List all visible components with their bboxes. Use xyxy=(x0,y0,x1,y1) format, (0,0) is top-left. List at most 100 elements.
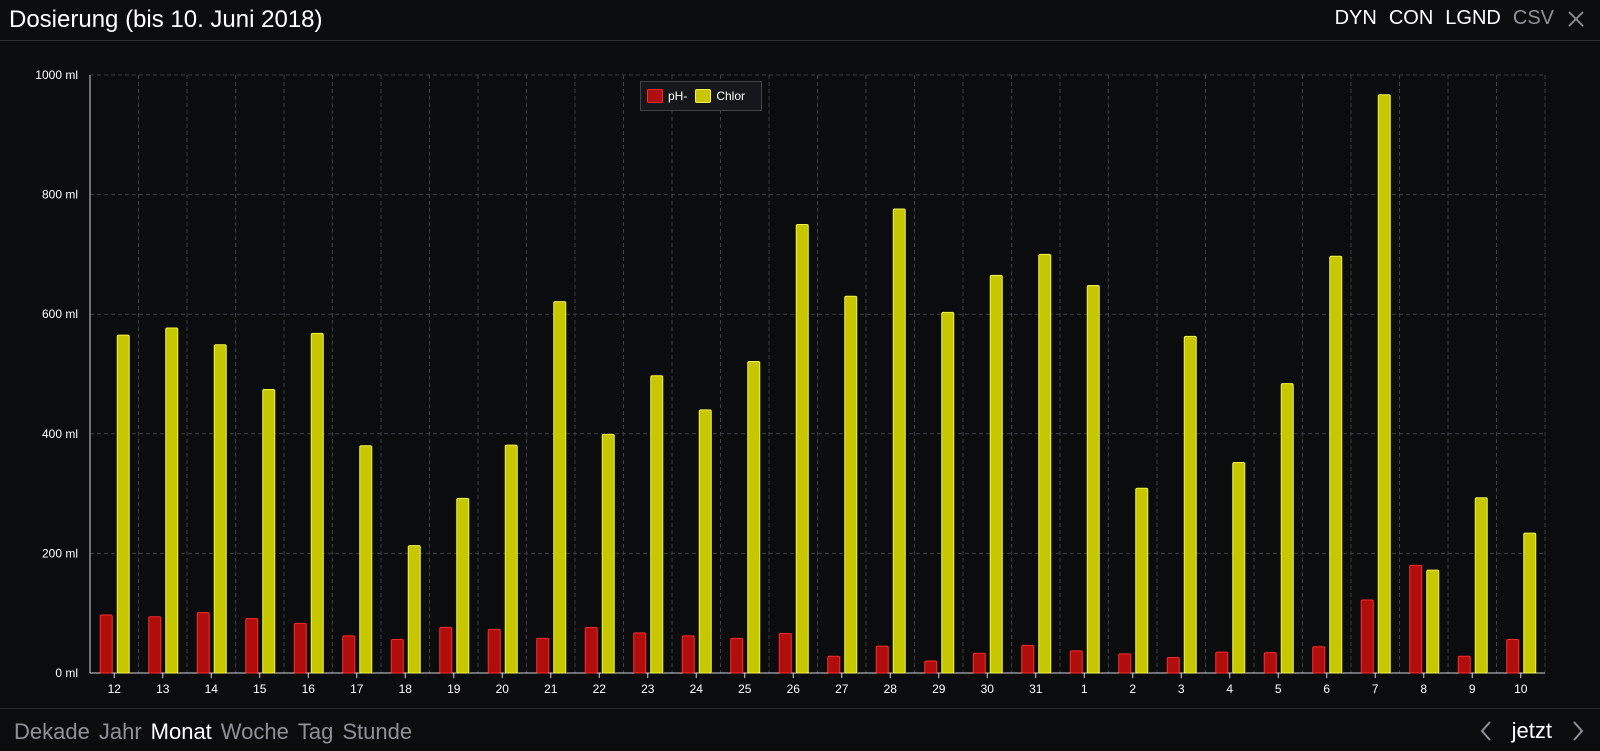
bar-ph xyxy=(1457,655,1471,674)
close-icon[interactable] xyxy=(1566,9,1586,29)
bar-chlor xyxy=(407,545,421,674)
x-tick-label: 22 xyxy=(593,682,607,696)
bar-chlor xyxy=(1523,532,1537,674)
range-stunde[interactable]: Stunde xyxy=(342,719,412,745)
bar-chlor xyxy=(1135,487,1149,674)
range-jahr[interactable]: Jahr xyxy=(99,719,142,745)
bar-chlor xyxy=(1086,284,1100,674)
bar-ph xyxy=(778,633,792,674)
bar-chlor xyxy=(456,497,470,674)
x-tick-label: 12 xyxy=(108,682,122,696)
x-tick-label: 20 xyxy=(496,682,510,696)
bar-chlor xyxy=(698,409,712,674)
range-dekade[interactable]: Dekade xyxy=(14,719,90,745)
range-selector: Dekade Jahr Monat Woche Tag Stunde xyxy=(14,719,412,745)
bar-ph xyxy=(245,618,259,674)
bar-chlor xyxy=(1377,94,1391,674)
bar-chlor xyxy=(553,301,567,674)
bar-ph xyxy=(875,645,889,674)
chart-legend: pH- Chlor xyxy=(640,81,762,111)
bar-ph xyxy=(633,632,647,674)
x-tick-label: 4 xyxy=(1226,682,1233,696)
legend-swatch-ph xyxy=(647,89,663,103)
x-tick-label: 17 xyxy=(350,682,364,696)
x-tick-label: 2 xyxy=(1129,682,1136,696)
x-tick-label: 8 xyxy=(1420,682,1427,696)
legend-label-chlor: Chlor xyxy=(716,89,746,103)
csv-button[interactable]: CSV xyxy=(1513,7,1554,30)
x-tick-label: 9 xyxy=(1469,682,1476,696)
chevron-left-icon[interactable] xyxy=(1478,719,1494,743)
bar-ph xyxy=(439,627,453,674)
bar-chlor xyxy=(1426,569,1440,674)
page-title: Dosierung (bis 10. Juni 2018) xyxy=(9,6,323,33)
bar-chlor xyxy=(989,274,1003,674)
bar-chlor xyxy=(1232,462,1246,674)
bar-ph xyxy=(1215,651,1229,674)
x-tick-label: 24 xyxy=(690,682,704,696)
header-actions: DYN CON LGND CSV xyxy=(1335,7,1586,30)
bar-chlor xyxy=(892,208,906,674)
x-tick-label: 26 xyxy=(787,682,801,696)
x-tick-label: 30 xyxy=(981,682,995,696)
now-button[interactable]: jetzt xyxy=(1512,718,1552,744)
lgnd-button[interactable]: LGND xyxy=(1445,7,1501,30)
range-woche[interactable]: Woche xyxy=(221,719,289,745)
legend-item-ph[interactable]: pH- xyxy=(647,89,687,103)
bar-chlor xyxy=(1329,255,1343,674)
bar-chlor xyxy=(310,332,324,674)
bar-ph xyxy=(1312,646,1326,674)
bar-ph xyxy=(293,622,307,674)
bar-ph xyxy=(196,612,210,674)
header-bar: Dosierung (bis 10. Juni 2018) DYN CON LG… xyxy=(0,0,1600,41)
dosierung-chart: 0 ml200 ml400 ml600 ml800 ml1000 ml12 13 1… xyxy=(35,68,1546,696)
x-tick-label: 13 xyxy=(156,682,170,696)
bar-ph xyxy=(681,635,695,674)
x-tick-label: 18 xyxy=(399,682,413,696)
x-tick-label: 6 xyxy=(1323,682,1330,696)
y-tick-label: 400 ml xyxy=(42,427,78,441)
bar-chlor xyxy=(795,224,809,674)
x-tick-label: 28 xyxy=(884,682,898,696)
time-navigation: jetzt xyxy=(1478,718,1586,744)
bar-ph xyxy=(390,639,404,674)
bar-chlor xyxy=(262,389,276,674)
x-tick-label: 3 xyxy=(1178,682,1185,696)
bar-chlor xyxy=(213,344,227,674)
y-tick-label: 800 ml xyxy=(42,188,78,202)
x-tick-label: 14 xyxy=(205,682,219,696)
bar-ph xyxy=(584,627,598,674)
bar-ph xyxy=(342,635,356,674)
x-tick-label: 5 xyxy=(1275,682,1282,696)
bar-ph xyxy=(972,652,986,674)
x-tick-label: 7 xyxy=(1372,682,1379,696)
x-tick-label: 25 xyxy=(738,682,752,696)
legend-swatch-chlor xyxy=(695,89,712,103)
chevron-right-icon[interactable] xyxy=(1570,719,1586,743)
bar-ph xyxy=(827,655,841,674)
range-tag[interactable]: Tag xyxy=(298,719,333,745)
dyn-button[interactable]: DYN xyxy=(1335,7,1377,30)
bar-ph xyxy=(1021,644,1035,674)
range-monat[interactable]: Monat xyxy=(151,719,212,745)
bar-ph xyxy=(1263,652,1277,674)
bar-chlor xyxy=(941,311,955,674)
con-button[interactable]: CON xyxy=(1389,7,1433,30)
bar-ph xyxy=(730,637,744,674)
x-tick-label: 16 xyxy=(302,682,316,696)
bar-chlor xyxy=(359,445,373,674)
bar-ph xyxy=(1118,653,1132,674)
bar-ph xyxy=(1360,599,1374,674)
bar-ph xyxy=(536,637,550,674)
bar-chlor xyxy=(116,334,130,674)
x-tick-label: 1 xyxy=(1081,682,1088,696)
bar-ph xyxy=(1166,656,1180,674)
legend-label-ph: pH- xyxy=(668,89,688,103)
bar-chlor xyxy=(504,444,518,674)
x-tick-label: 27 xyxy=(835,682,849,696)
legend-item-chlor[interactable]: Chlor xyxy=(695,89,745,103)
x-tick-label: 23 xyxy=(641,682,655,696)
bar-ph xyxy=(148,616,162,674)
y-tick-label: 0 ml xyxy=(55,666,78,680)
bar-chlor xyxy=(601,433,615,674)
